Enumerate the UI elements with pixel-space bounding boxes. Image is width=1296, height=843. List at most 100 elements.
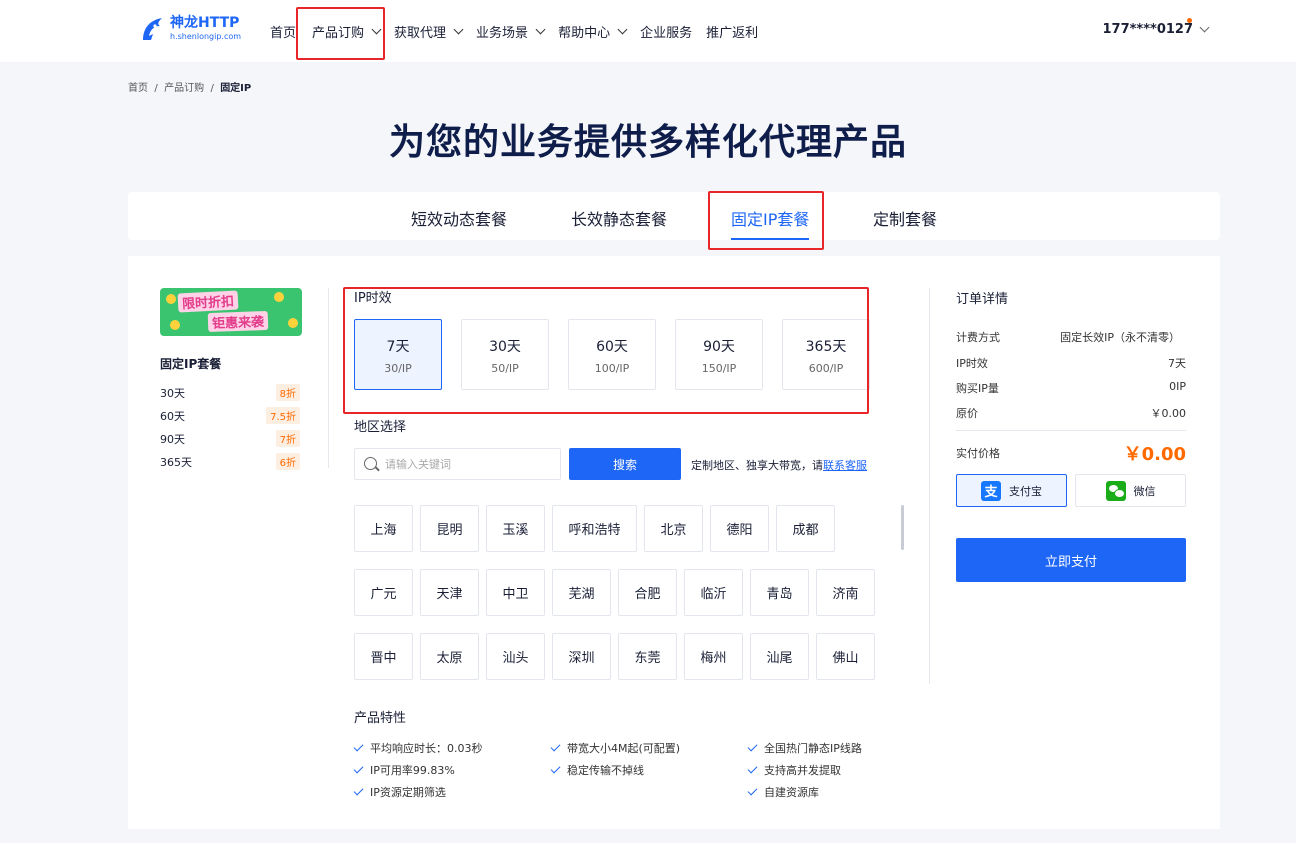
flower-icon — [288, 318, 298, 328]
feature-text: 带宽大小4M起(可配置) — [567, 742, 681, 755]
breadcrumb-product-order[interactable]: 产品订购 — [164, 83, 204, 94]
divider-left — [328, 288, 329, 468]
order-value: ￥0.00 — [1150, 407, 1187, 420]
side-discount-row: 365天 6折 — [160, 453, 300, 470]
order-title: 订单详情 — [956, 292, 1009, 307]
nav-help-center-label: 帮助中心 — [558, 25, 611, 41]
city-option[interactable]: 深圳 — [552, 633, 611, 680]
nav-enterprise[interactable]: 企业服务 — [640, 22, 692, 41]
feature-item: 带宽大小4M起(可配置) — [550, 740, 681, 756]
check-icon — [550, 763, 561, 774]
search-button[interactable]: 搜索 — [569, 448, 681, 480]
side-discount-row: 30天 8折 — [160, 384, 300, 401]
pay-now-button[interactable]: 立即支付 — [956, 538, 1186, 582]
paid-price: ￥0.00 — [1123, 444, 1186, 465]
feature-text: 支持高并发提取 — [764, 764, 841, 777]
highlight-box-nav — [296, 7, 385, 60]
city-option[interactable]: 呼和浩特 — [552, 505, 637, 552]
city-option[interactable]: 汕头 — [486, 633, 545, 680]
check-icon — [747, 785, 758, 796]
user-phone: 177****0127 — [1102, 22, 1193, 37]
nav-get-proxy[interactable]: 获取代理 — [394, 22, 464, 41]
side-discount-row: 60天 7.5折 — [160, 407, 300, 424]
city-option[interactable]: 昆明 — [420, 505, 479, 552]
city-option[interactable]: 梅州 — [684, 633, 743, 680]
tab-custom[interactable]: 定制套餐 — [873, 206, 937, 230]
feature-text: 自建资源库 — [764, 786, 819, 799]
pay-method-alipay[interactable]: 支支付宝 — [956, 474, 1067, 507]
city-option[interactable]: 临沂 — [684, 569, 743, 616]
city-option[interactable]: 北京 — [644, 505, 703, 552]
city-option[interactable]: 中卫 — [486, 569, 545, 616]
user-menu[interactable]: 177****0127 — [1102, 18, 1210, 37]
order-row-quantity: 购买IP量 0IP — [956, 380, 1186, 396]
chevron-down-icon — [453, 24, 464, 34]
nav-help-center[interactable]: 帮助中心 — [558, 22, 628, 41]
order-key: 原价 — [956, 407, 978, 420]
check-icon — [747, 763, 758, 774]
feature-item: 支持高并发提取 — [747, 762, 841, 778]
city-option[interactable]: 合肥 — [618, 569, 677, 616]
alipay-icon: 支 — [981, 480, 1001, 501]
breadcrumb: 首页 / 产品订购 / 固定IP — [128, 83, 252, 94]
feature-text: 平均响应时长：0.03秒 — [370, 742, 483, 755]
city-option[interactable]: 玉溪 — [486, 505, 545, 552]
nav-referral[interactable]: 推广返利 — [706, 22, 758, 41]
paid-label: 实付价格 — [956, 447, 1000, 460]
flower-icon — [170, 320, 180, 330]
check-icon — [550, 741, 561, 752]
order-divider — [956, 430, 1186, 431]
city-option[interactable]: 太原 — [420, 633, 479, 680]
feature-item: 自建资源库 — [747, 784, 819, 800]
order-key: IP时效 — [956, 357, 988, 370]
discount-badge: 7.5折 — [266, 407, 300, 424]
wechat-icon — [1105, 480, 1126, 501]
side-title: 固定IP套餐 — [160, 357, 222, 371]
order-key: 购买IP量 — [956, 382, 999, 395]
feature-text: IP资源定期筛选 — [370, 786, 446, 799]
logo[interactable]: 神龙HTTP h.shenlongip.com — [140, 14, 241, 44]
promo-banner[interactable]: 限时折扣 钜惠来袭 — [160, 288, 302, 336]
city-option[interactable]: 德阳 — [710, 505, 769, 552]
nav-business-scenes-label: 业务场景 — [476, 25, 529, 41]
city-option[interactable]: 汕尾 — [750, 633, 809, 680]
city-option[interactable]: 成都 — [776, 505, 835, 552]
city-option[interactable]: 济南 — [816, 569, 875, 616]
city-option[interactable]: 芜湖 — [552, 569, 611, 616]
city-option[interactable]: 佛山 — [816, 633, 875, 680]
promo-line2: 钜惠来袭 — [207, 310, 269, 333]
city-option[interactable]: 广元 — [354, 569, 413, 616]
pay-method-wechat[interactable]: 微信 — [1075, 474, 1186, 507]
chevron-down-icon — [535, 24, 546, 34]
chevron-down-icon — [1199, 22, 1210, 33]
check-icon — [353, 763, 364, 774]
city-option[interactable]: 天津 — [420, 569, 479, 616]
feature-item: IP资源定期筛选 — [353, 784, 446, 800]
city-scrollbar[interactable] — [901, 505, 904, 550]
order-value: 固定长效IP（永不清零） — [1060, 331, 1180, 344]
order-row-duration: IP时效 7天 — [956, 355, 1186, 371]
feature-text: IP可用率99.83% — [370, 764, 455, 777]
city-option[interactable]: 东莞 — [618, 633, 677, 680]
promo-line1: 限时折扣 — [177, 290, 239, 313]
region-search-input[interactable] — [385, 455, 555, 473]
breadcrumb-current: 固定IP — [220, 83, 252, 94]
alipay-label: 支付宝 — [1009, 484, 1042, 498]
city-option[interactable]: 晋中 — [354, 633, 413, 680]
contact-support-link[interactable]: 联系客服 — [823, 459, 867, 472]
nav-business-scenes[interactable]: 业务场景 — [476, 22, 546, 41]
package-tabs — [128, 192, 1220, 240]
city-option[interactable]: 青岛 — [750, 569, 809, 616]
wechat-label: 微信 — [1133, 484, 1156, 498]
highlight-box-duration — [343, 287, 869, 414]
city-option[interactable]: 上海 — [354, 505, 413, 552]
nav-home[interactable]: 首页 — [270, 22, 296, 41]
order-value: 0IP — [1169, 380, 1186, 393]
tab-short-dynamic[interactable]: 短效动态套餐 — [411, 206, 507, 230]
breadcrumb-home[interactable]: 首页 — [128, 83, 148, 94]
check-icon — [353, 785, 364, 796]
tab-long-static[interactable]: 长效静态套餐 — [571, 206, 667, 230]
custom-note-text: 定制地区、独享大带宽，请 — [691, 459, 823, 472]
feature-item: 稳定传输不掉线 — [550, 762, 644, 778]
feature-text: 全国热门静态IP线路 — [764, 742, 862, 755]
